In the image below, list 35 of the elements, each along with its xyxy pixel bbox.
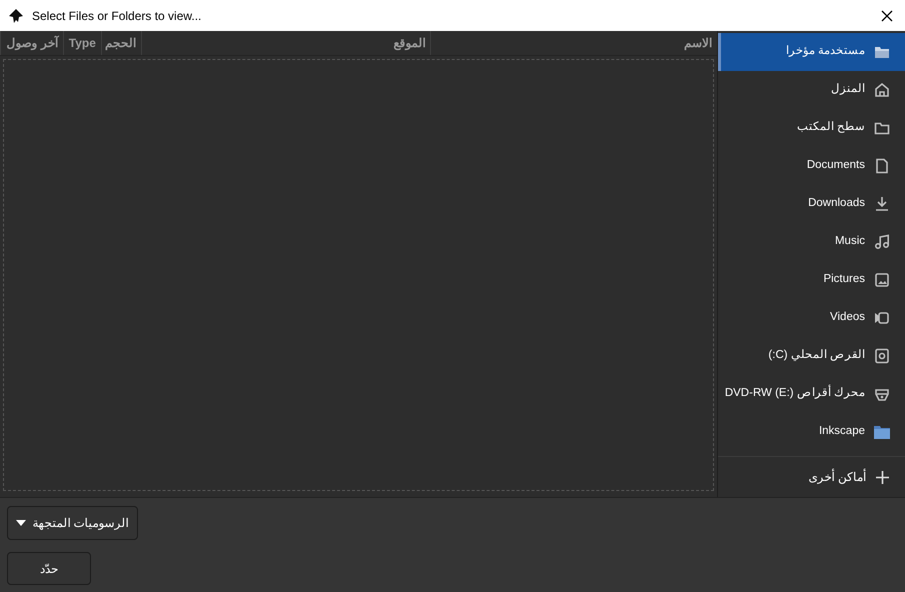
sidebar-item[interactable]: Downloads [718,185,905,223]
document-icon [874,158,890,174]
sidebar-item[interactable]: Pictures [718,261,905,299]
filter-dropdown[interactable]: الرسوميات المتجهة [7,506,138,540]
music-note-icon [874,234,890,250]
optical-drive-icon [874,386,890,402]
sidebar-item[interactable]: Videos [718,299,905,337]
sidebar-item[interactable]: Documents [718,147,905,185]
column-header[interactable]: آخر وصول [0,31,63,55]
sidebar-item[interactable]: مستخدمة مؤخرا [718,33,905,71]
sidebar-item[interactable]: محرك أقراص DVD-RW (E:) [718,375,905,413]
home-icon [874,82,890,98]
image-icon [874,272,890,288]
sidebar-item[interactable]: سطح المكتب [718,109,905,147]
sidebar-item[interactable]: Music [718,223,905,261]
video-camera-icon [874,310,890,326]
hard-drive-icon [874,348,890,364]
window-title: Select Files or Folders to view... [32,8,202,24]
caret-icon [16,520,26,526]
close-icon[interactable] [881,10,893,22]
sidebar-item[interactable]: Inkscape [718,413,905,451]
select-button[interactable]: حدّد [7,552,91,585]
column-header[interactable]: الموقع [140,31,430,55]
sidebar-item[interactable]: المنزل [718,71,905,109]
sidebar-item[interactable]: أماكن أخرى [718,457,905,497]
download-icon [874,196,890,212]
sidebar-item[interactable]: القرص المحلي (C:) [718,337,905,375]
column-header[interactable]: Type [62,31,101,55]
app-logo-icon [8,8,24,24]
folder-icon [874,424,890,440]
column-header[interactable]: الاسم [430,31,717,55]
column-header[interactable]: الحجم [100,31,141,55]
plus-icon [876,470,889,484]
folder-icon [874,44,890,60]
folder-icon [874,120,890,136]
